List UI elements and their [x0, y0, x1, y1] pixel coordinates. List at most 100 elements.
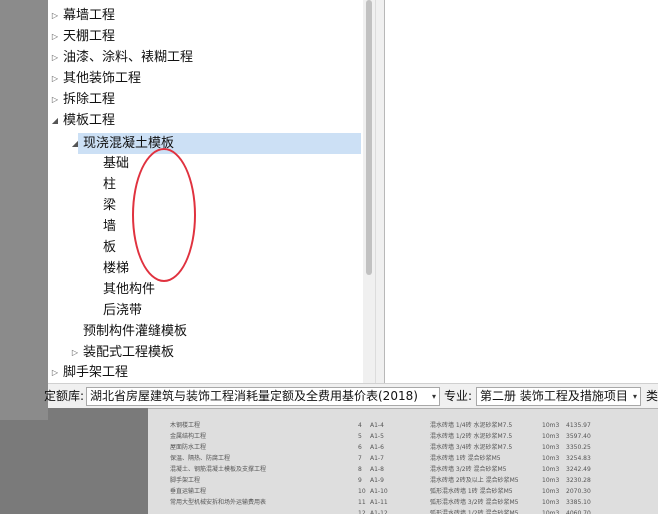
scrollbar-thumb[interactable]: [366, 0, 372, 275]
collapse-icon[interactable]: ◢: [50, 110, 60, 131]
tree-node-curtain-wall[interactable]: ▷ 幕墙工程: [52, 5, 116, 26]
background-doc-cell: 弧形混水砖墙 1砖 混合砂浆M5: [430, 488, 513, 495]
tree-node-prefab-formwork[interactable]: ▷ 装配式工程模板: [72, 342, 175, 363]
tree-node-scaffolding[interactable]: ▷ 脚手架工程: [52, 362, 129, 383]
background-doc-item: 金属结构工程: [170, 433, 207, 440]
background-doc-cell: 3254.83: [566, 455, 591, 462]
tree-node-other-components[interactable]: 其他构件: [103, 279, 155, 300]
tree-node-precast-grouting-formwork[interactable]: 预制构件灌缝模板: [83, 321, 187, 342]
background-doc-cell: 10: [358, 488, 366, 495]
quota-library-select[interactable]: 湖北省房屋建筑与装饰工程消耗量定额及全费用基价表(2018) ▾: [86, 387, 440, 406]
tree-node-slab[interactable]: 板: [103, 237, 116, 258]
tree-node-post-cast-strip[interactable]: 后浇带: [103, 300, 142, 321]
background-doc-cell: A1-8: [370, 466, 384, 473]
background-doc-cell: 3350.25: [566, 444, 591, 451]
tree-node-formwork[interactable]: ◢ 模板工程: [52, 110, 116, 131]
background-doc-cell: 4: [358, 422, 362, 429]
tree-node-label: 模板工程: [63, 113, 116, 128]
background-doc-cell: A1-10: [370, 488, 388, 495]
tree-node-label: 柱: [103, 177, 117, 192]
background-doc-cell: 12: [358, 510, 366, 514]
tree-node-label: 后浇带: [103, 303, 143, 318]
background-doc-cell: 混水砖墙 2砖及以上 混合砂浆M5: [430, 477, 519, 484]
tree-node-label: 拆除工程: [63, 92, 116, 107]
tree-node-column[interactable]: 柱: [103, 174, 116, 195]
expand-icon[interactable]: ▷: [50, 47, 60, 68]
background-doc-item: 常用大型机械安拆和场外运输费用表: [170, 499, 267, 506]
dropdown-arrow-icon[interactable]: ▾: [432, 388, 436, 405]
quota-list-pane: [385, 0, 658, 383]
tree-node-paint[interactable]: ▷ 油漆、涂料、裱糊工程: [52, 47, 194, 68]
tree-node-label: 板: [103, 240, 117, 255]
background-doc-cell: A1-4: [370, 422, 384, 429]
background-doc-cell: 混水砖墙 3/2砖 混合砂浆M5: [430, 466, 507, 473]
category-label: 类: [646, 389, 658, 403]
background-doc-cell: 6: [358, 444, 362, 451]
background-doc-cell: 11: [358, 499, 366, 506]
expand-icon[interactable]: ▷: [70, 342, 80, 363]
major-select[interactable]: 第二册 装饰工程及措施项目 ▾: [476, 387, 641, 406]
expand-icon[interactable]: ▷: [50, 362, 60, 383]
background-doc-cell: 10m3: [542, 444, 560, 451]
tree-node-label: 幕墙工程: [63, 8, 116, 23]
tree-node-label: 装配式工程模板: [83, 345, 175, 360]
background-doc-cell: 10m3: [542, 466, 560, 473]
background-doc-cell: 3230.28: [566, 477, 591, 484]
expand-icon[interactable]: ▷: [50, 89, 60, 110]
background-doc-cell: 弧形混水砖墙 1/2砖 混合砂浆M5: [430, 510, 519, 514]
background-doc-cell: A1-9: [370, 477, 384, 484]
quota-library-value: 湖北省房屋建筑与装饰工程消耗量定额及全费用基价表(2018): [90, 389, 418, 403]
background-area: [0, 0, 48, 420]
tree-scrollbar[interactable]: [363, 0, 375, 383]
background-doc-cell: 10m3: [542, 422, 560, 429]
tree-node-label: 其他构件: [103, 282, 156, 297]
background-doc-cell: A1-7: [370, 455, 384, 462]
tree-node-foundation[interactable]: 基础: [103, 153, 129, 174]
tree-node-other-decoration[interactable]: ▷ 其他装饰工程: [52, 68, 141, 89]
tree-node-wall[interactable]: 墙: [103, 216, 116, 237]
chapter-tree: ▷ 幕墙工程 ▷ 天棚工程 ▷ 油漆、涂料、裱糊工程 ▷ 其他装饰工程 ▷ 拆除…: [48, 0, 363, 383]
background-doc-cell: 10m3: [542, 499, 560, 506]
background-doc-cell: 9: [358, 477, 362, 484]
tree-node-ceiling[interactable]: ▷ 天棚工程: [52, 26, 115, 47]
tree-node-label: 油漆、涂料、裱糊工程: [63, 50, 194, 65]
tree-node-label: 墙: [103, 219, 117, 234]
quota-library-label: 定额库:: [44, 389, 85, 403]
tree-node-label: 楼梯: [103, 261, 130, 276]
background-doc-cell: 混水砖墙 3/4砖 水泥砂浆M7.5: [430, 444, 513, 451]
background-doc-item: 保温、隔热、防腐工程: [170, 455, 231, 462]
collapse-icon[interactable]: ◢: [70, 133, 80, 154]
background-doc-item: 木钢楼工程: [170, 422, 201, 429]
background-doc-cell: A1-5: [370, 433, 384, 440]
dropdown-arrow-icon[interactable]: ▾: [633, 388, 637, 405]
background-doc-item: 垂直运输工程: [170, 488, 207, 495]
major-value: 第二册 装饰工程及措施项目: [480, 389, 628, 403]
background-doc-cell: A1-12: [370, 510, 388, 514]
background-doc-cell: 混水砖墙 1砖 混合砂浆M5: [430, 455, 501, 462]
background-doc-cell: 10m3: [542, 477, 560, 484]
tree-node-label: 脚手架工程: [63, 365, 129, 380]
background-doc-cell: 4135.97: [566, 422, 591, 429]
background-doc-cell: 7: [358, 455, 362, 462]
background-doc-cell: A1-11: [370, 499, 388, 506]
background-document: 木钢楼工程 金属结构工程 屋面防水工程 保温、隔热、防腐工程 混凝土、钢筋混凝土模板及支…: [148, 408, 658, 514]
expand-icon[interactable]: ▷: [50, 26, 60, 47]
background-doc-cell: 8: [358, 466, 362, 473]
background-doc-cell: 混水砖墙 1/2砖 水泥砂浆M7.5: [430, 433, 513, 440]
background-doc-item: 屋面防水工程: [170, 444, 207, 451]
pane-splitter[interactable]: [375, 0, 385, 383]
expand-icon[interactable]: ▷: [50, 5, 60, 26]
background-doc-cell: 3385.10: [566, 499, 591, 506]
quota-browser-window: ▷ 幕墙工程 ▷ 天棚工程 ▷ 油漆、涂料、裱糊工程 ▷ 其他装饰工程 ▷ 拆除…: [44, 0, 658, 408]
background-doc-cell: A1-6: [370, 444, 384, 451]
tree-node-demolition[interactable]: ▷ 拆除工程: [52, 89, 116, 110]
red-circle-annotation: [132, 148, 196, 282]
expand-icon[interactable]: ▷: [50, 68, 60, 89]
tree-node-stairs[interactable]: 楼梯: [103, 258, 129, 279]
tree-node-beam[interactable]: 梁: [103, 195, 116, 216]
background-doc-item: 脚手架工程: [170, 477, 201, 484]
background-doc-cell: 2070.30: [566, 488, 591, 495]
background-doc-cell: 4060.70: [566, 510, 591, 514]
background-doc-cell: 10m3: [542, 455, 560, 462]
background-doc-cell: 5: [358, 433, 362, 440]
